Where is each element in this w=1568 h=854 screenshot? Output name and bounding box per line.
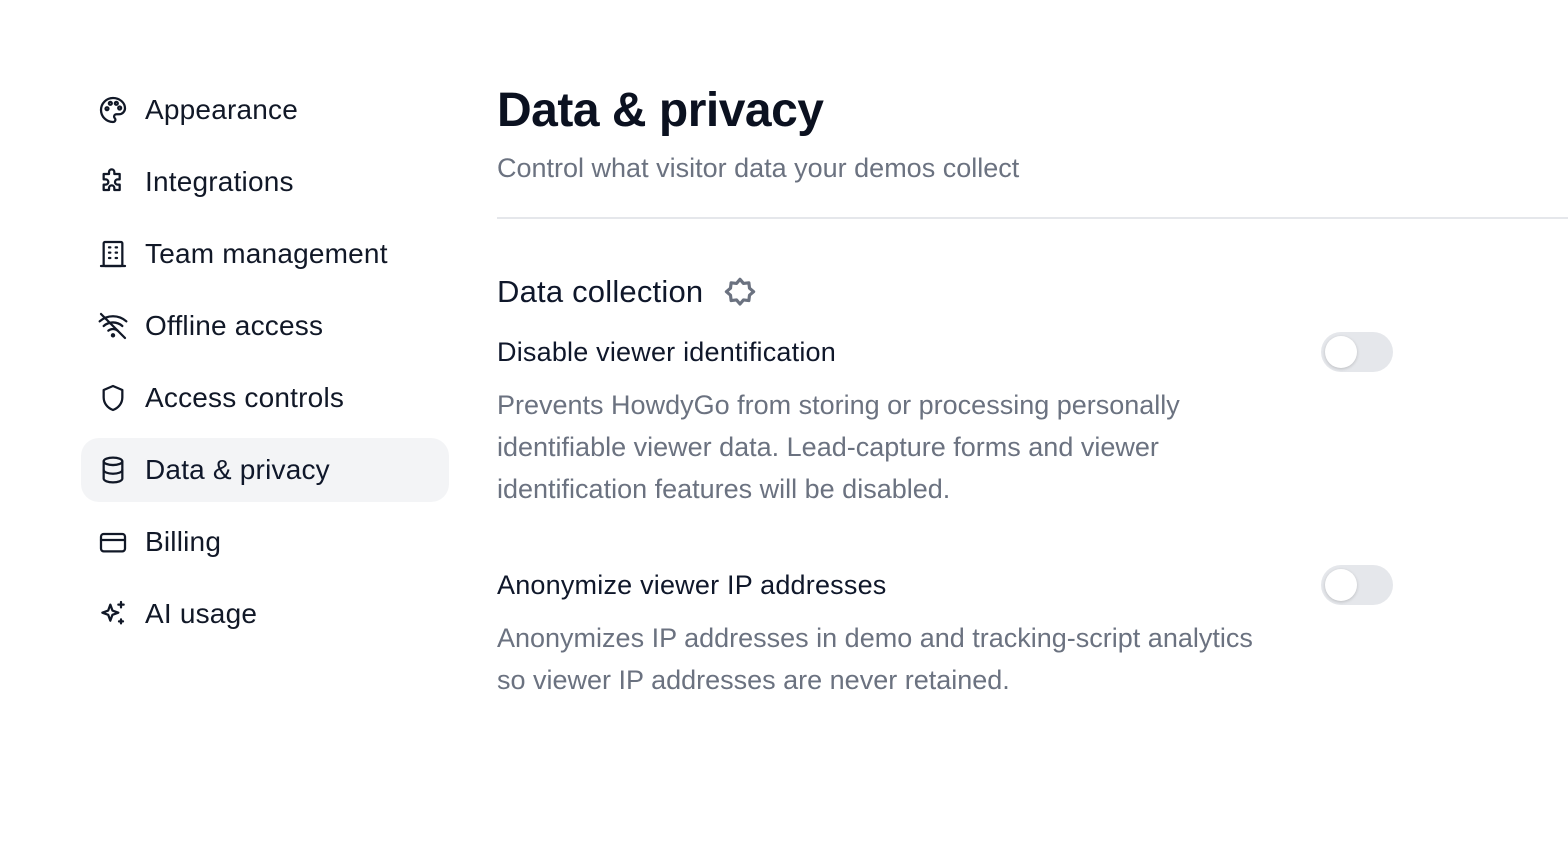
sparkles-icon: [96, 597, 130, 631]
setting-description: Prevents HowdyGo from storing or process…: [497, 390, 1180, 504]
anonymize-ip-toggle[interactable]: [1321, 565, 1393, 605]
section-header: Data collection: [497, 268, 1397, 316]
sidebar-item-label: Access controls: [145, 382, 345, 413]
building-icon: [96, 237, 130, 271]
sidebar-item-data-privacy[interactable]: Data & privacy: [81, 438, 449, 502]
badge-icon: [721, 273, 759, 311]
puzzle-icon: [96, 165, 130, 199]
sidebar-item-label: Integrations: [145, 166, 294, 197]
sidebar-item-access-controls[interactable]: Access controls: [81, 366, 449, 430]
sidebar-item-ai-usage[interactable]: AI usage: [81, 582, 449, 646]
setting-disable-viewer-identification: Disable viewer identification Prevents H…: [497, 332, 1397, 510]
section-title: Data collection: [497, 274, 704, 309]
sidebar-item-label: Team management: [145, 238, 388, 269]
setting-description: Anonymizes IP addresses in demo and trac…: [497, 623, 1253, 695]
database-icon: [96, 453, 130, 487]
credit-card-icon: [96, 525, 130, 559]
page-title: Data & privacy: [497, 84, 824, 137]
settings-content: Data & privacy Control what visitor data…: [497, 80, 1568, 695]
disable-viewer-identification-toggle[interactable]: [1321, 332, 1393, 372]
wifi-off-icon: [96, 309, 130, 343]
setting-title: Disable viewer identification: [497, 337, 836, 367]
toggle-knob: [1325, 569, 1357, 601]
sidebar-item-label: Appearance: [145, 94, 299, 125]
sidebar-item-offline-access[interactable]: Offline access: [81, 294, 449, 358]
toggle-knob: [1325, 336, 1357, 368]
shield-icon: [96, 381, 130, 415]
settings-page: Appearance Integrations Team management: [0, 0, 1568, 854]
data-collection-section: Data collection Disable viewer identific…: [497, 268, 1397, 695]
sidebar-item-integrations[interactable]: Integrations: [81, 150, 449, 214]
sidebar-item-appearance[interactable]: Appearance: [81, 78, 449, 142]
sidebar-item-team-management[interactable]: Team management: [81, 222, 449, 286]
sidebar-item-label: AI usage: [145, 598, 258, 629]
sidebar-item-label: Billing: [145, 526, 222, 557]
sidebar-item-label: Offline access: [145, 310, 324, 341]
header-divider: [497, 217, 1568, 219]
settings-sidebar: Appearance Integrations Team management: [81, 78, 449, 654]
setting-title: Anonymize viewer IP addresses: [497, 570, 887, 600]
sidebar-item-billing[interactable]: Billing: [81, 510, 449, 574]
sidebar-item-label: Data & privacy: [145, 454, 330, 485]
setting-anonymize-ip: Anonymize viewer IP addresses Anonymizes…: [497, 565, 1397, 701]
page-subtitle: Control what visitor data your demos col…: [497, 153, 1020, 183]
palette-icon: [96, 93, 130, 127]
